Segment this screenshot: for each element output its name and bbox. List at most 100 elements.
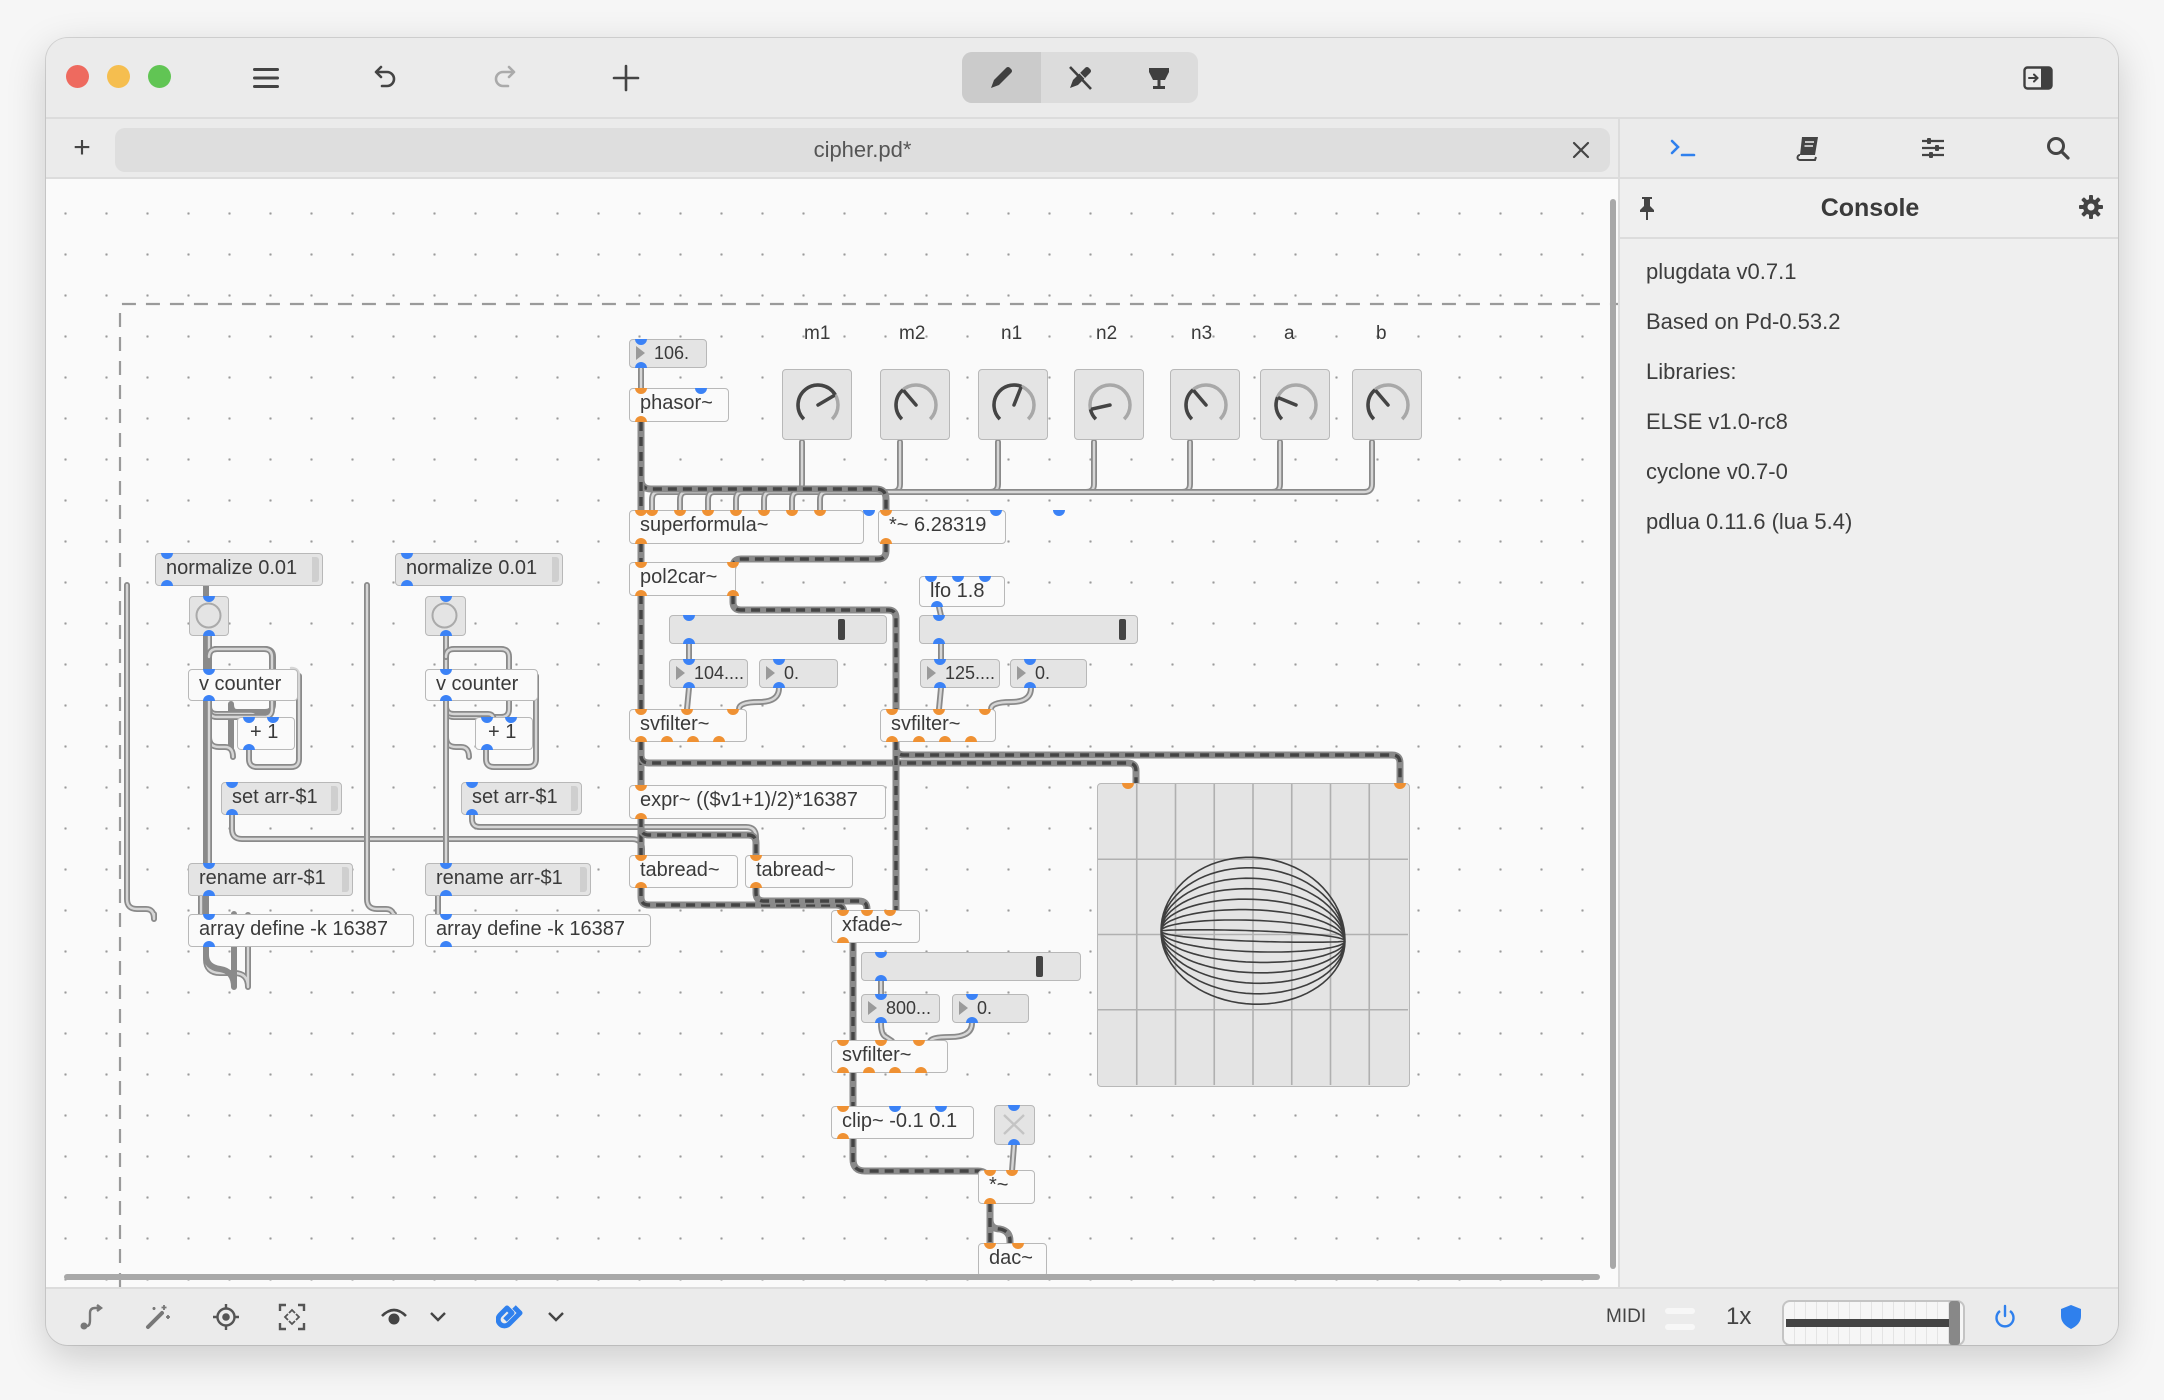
object-expr[interactable]: expr~ (($v1+1)/2)*16387 xyxy=(629,785,886,819)
slider-handle[interactable] xyxy=(1119,619,1127,640)
signal-outlet[interactable] xyxy=(837,937,849,943)
numbox-cutoff-b[interactable]: 125.... xyxy=(920,659,1000,688)
tab-console[interactable] xyxy=(1620,119,1745,177)
zoom-window-button[interactable] xyxy=(148,65,171,88)
volume-slider[interactable] xyxy=(1782,1300,1965,1345)
oscilloscope[interactable] xyxy=(1097,783,1410,1087)
toggle-sidebar-button[interactable] xyxy=(2020,60,2056,96)
signal-outlet[interactable] xyxy=(863,1067,875,1073)
new-tab-button[interactable]: + xyxy=(64,130,100,166)
tab-search[interactable] xyxy=(1995,119,2118,177)
slider-c[interactable] xyxy=(861,952,1081,981)
control-outlet[interactable] xyxy=(875,975,887,981)
control-outlet[interactable] xyxy=(203,890,215,896)
knob-b[interactable] xyxy=(1352,369,1422,440)
add-object-button[interactable] xyxy=(608,60,644,96)
control-outlet[interactable] xyxy=(683,682,695,688)
numbox-q-c[interactable]: 0. xyxy=(952,994,1029,1023)
control-outlet[interactable] xyxy=(933,638,945,644)
pin-button[interactable] xyxy=(1636,195,1658,228)
tab-cipher[interactable]: cipher.pd* xyxy=(115,128,1610,172)
control-outlet[interactable] xyxy=(773,682,785,688)
control-outlet[interactable] xyxy=(966,1017,978,1023)
console-settings-button[interactable] xyxy=(2078,194,2104,227)
object-tabread-b[interactable]: tabread~ xyxy=(745,855,853,888)
zoom-locate-button[interactable] xyxy=(210,1301,242,1333)
signal-outlet[interactable] xyxy=(939,736,951,742)
signal-outlet[interactable] xyxy=(886,736,898,742)
signal-outlet[interactable] xyxy=(889,1067,901,1073)
control-outlet[interactable] xyxy=(243,744,255,750)
knob-n2[interactable] xyxy=(1074,369,1144,440)
knob-m2[interactable] xyxy=(880,369,950,440)
signal-outlet[interactable] xyxy=(837,1067,849,1073)
control-outlet[interactable] xyxy=(401,580,413,586)
control-outlet[interactable] xyxy=(440,630,452,636)
signal-outlet[interactable] xyxy=(635,590,647,596)
volume-handle[interactable] xyxy=(1949,1301,1960,1345)
signal-outlet[interactable] xyxy=(635,736,647,742)
visibility-dropdown[interactable] xyxy=(422,1301,454,1333)
control-outlet[interactable] xyxy=(226,809,238,815)
control-outlet[interactable] xyxy=(635,362,647,368)
numbox-q-b[interactable]: 0. xyxy=(1010,659,1087,688)
horizontal-scrollbar[interactable] xyxy=(64,1274,1600,1280)
control-outlet[interactable] xyxy=(683,638,695,644)
control-inlet[interactable] xyxy=(1053,510,1065,516)
signal-outlet[interactable] xyxy=(635,882,647,888)
control-inlet[interactable] xyxy=(863,510,875,516)
signal-outlet[interactable] xyxy=(687,736,699,742)
signal-outlet[interactable] xyxy=(965,736,977,742)
control-outlet[interactable] xyxy=(161,580,173,586)
object-array-define-b[interactable]: array define -k 16387 xyxy=(425,914,651,947)
redo-button[interactable] xyxy=(486,60,522,96)
close-window-button[interactable] xyxy=(66,65,89,88)
oversampling-button[interactable]: 1x xyxy=(1726,1303,1751,1331)
signal-outlet[interactable] xyxy=(913,736,925,742)
signal-outlet[interactable] xyxy=(635,416,647,422)
object-superformula[interactable]: superformula~ xyxy=(629,510,864,544)
signal-outlet[interactable] xyxy=(880,538,892,544)
signal-outlet[interactable] xyxy=(661,736,673,742)
knob-a[interactable] xyxy=(1260,369,1330,440)
message-normalize-b[interactable]: normalize 0.01 xyxy=(395,553,563,586)
control-outlet[interactable] xyxy=(466,809,478,815)
message-normalize-a[interactable]: normalize 0.01 xyxy=(155,553,323,586)
slider-handle[interactable] xyxy=(838,619,846,640)
control-outlet[interactable] xyxy=(203,695,215,701)
message-set-b[interactable]: set arr-$1 xyxy=(461,782,582,815)
numbox-q-a[interactable]: 0. xyxy=(759,659,838,688)
numbox-cutoff-a[interactable]: 104.... xyxy=(669,659,748,688)
control-outlet[interactable] xyxy=(931,601,943,607)
control-outlet[interactable] xyxy=(440,890,452,896)
signal-outlet[interactable] xyxy=(750,882,762,888)
numbox-cutoff-c[interactable]: 800... xyxy=(861,994,940,1023)
signal-outlet[interactable] xyxy=(837,1133,849,1139)
visibility-button[interactable] xyxy=(378,1301,410,1333)
knob-n1[interactable] xyxy=(978,369,1048,440)
undo-button[interactable] xyxy=(368,60,404,96)
control-outlet[interactable] xyxy=(1008,1139,1020,1145)
run-mode-button[interactable] xyxy=(1041,52,1120,103)
signal-outlet[interactable] xyxy=(727,590,739,596)
snap-dropdown[interactable] xyxy=(540,1301,572,1333)
control-outlet[interactable] xyxy=(481,744,493,750)
control-outlet[interactable] xyxy=(440,695,452,701)
slider-a[interactable] xyxy=(669,615,887,644)
tab-inspector[interactable] xyxy=(1870,119,1995,177)
control-outlet[interactable] xyxy=(934,682,946,688)
snap-button[interactable] xyxy=(494,1301,526,1333)
autopatch-button[interactable] xyxy=(142,1301,174,1333)
vertical-scrollbar[interactable] xyxy=(1610,199,1616,1269)
signal-outlet[interactable] xyxy=(713,736,725,742)
control-outlet[interactable] xyxy=(440,941,452,947)
patch-canvas[interactable]: .cw{fill:none;stroke:#8a8a8a;stroke-widt… xyxy=(46,179,1618,1287)
message-set-a[interactable]: set arr-$1 xyxy=(221,782,342,815)
object-clip[interactable]: clip~ -0.1 0.1 xyxy=(831,1106,974,1139)
control-outlet[interactable] xyxy=(875,1017,887,1023)
connection-style-button[interactable] xyxy=(76,1301,108,1333)
protection-button[interactable] xyxy=(2055,1301,2087,1333)
slider-handle[interactable] xyxy=(1036,956,1043,977)
signal-outlet[interactable] xyxy=(915,1067,927,1073)
control-outlet[interactable] xyxy=(203,630,215,636)
